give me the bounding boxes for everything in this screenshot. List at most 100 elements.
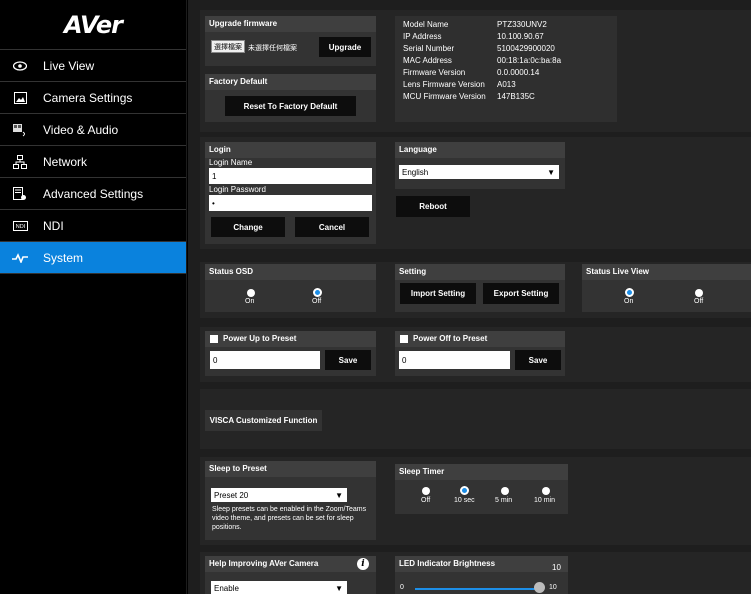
import-setting-button[interactable]: Import Setting — [400, 283, 476, 304]
panel-title: Status OSD — [205, 264, 376, 280]
osd-off-radio[interactable] — [313, 288, 322, 297]
chevron-down-icon: ▼ — [547, 167, 555, 177]
osd-on-radio[interactable] — [247, 289, 255, 297]
info-label: MAC Address — [403, 56, 452, 65]
main-content: Upgrade firmware 選擇檔案 未選擇任何檔案 Upgrade Fa… — [188, 0, 751, 594]
change-button[interactable]: Change — [211, 217, 285, 237]
sleep-timer-10min-radio[interactable] — [542, 487, 550, 495]
osd-on-label: On — [245, 298, 255, 305]
power-off-checkbox[interactable] — [400, 335, 408, 343]
panel-title: LED Indicator Brightness — [395, 556, 568, 572]
aver-logo: AVer — [0, 0, 186, 50]
live-view-off-radio[interactable] — [695, 289, 703, 297]
upgrade-panel: Upgrade firmware 選擇檔案 未選擇任何檔案 Upgrade — [205, 16, 376, 66]
pulse-icon — [12, 250, 28, 266]
sidebar: AVer Live View Camera Settings Video & A… — [0, 0, 187, 594]
sidebar-item-network[interactable]: Network — [0, 146, 186, 178]
language-panel: Language English ▼ — [395, 142, 565, 189]
status-osd-panel: Status OSD On Off — [205, 264, 376, 312]
sidebar-item-label: NDI — [43, 218, 64, 233]
info-label: Model Name — [403, 20, 449, 29]
panel-title: Power Up to Preset — [205, 331, 376, 347]
reset-factory-default-button[interactable]: Reset To Factory Default — [225, 96, 356, 116]
sidebar-item-live-view[interactable]: Live View — [0, 50, 186, 82]
led-slider-min-label: 0 — [400, 584, 404, 591]
network-icon — [12, 154, 28, 170]
panel-title: Sleep to Preset — [205, 461, 376, 477]
power-up-input[interactable]: 0 — [210, 351, 320, 369]
login-panel: Login Login Name 1 Login Password • Chan… — [205, 142, 376, 244]
power-up-checkbox[interactable] — [210, 335, 218, 343]
live-view-off-label: Off — [694, 298, 704, 305]
panel-title: Login — [205, 142, 376, 158]
login-name-input[interactable]: 1 — [209, 168, 372, 184]
info-value: 5100429900020 — [497, 44, 555, 53]
info-label: MCU Firmware Version — [403, 92, 486, 101]
advanced-settings-icon — [12, 186, 28, 202]
chevron-down-icon: ▼ — [335, 490, 343, 500]
panel-title: Sleep Timer — [395, 464, 568, 480]
login-name-label: Login Name — [209, 158, 253, 167]
panel-title: Factory Default — [205, 74, 376, 90]
info-value: 0.0.0000.14 — [497, 68, 540, 77]
power-off-save-button[interactable]: Save — [515, 350, 561, 370]
factory-default-panel: Factory Default Reset To Factory Default — [205, 74, 376, 122]
sidebar-item-camera-settings[interactable]: Camera Settings — [0, 82, 186, 114]
info-label: Serial Number — [403, 44, 455, 53]
sleep-timer-5min-radio[interactable] — [501, 487, 509, 495]
login-password-input[interactable]: • — [209, 195, 372, 211]
power-up-save-button[interactable]: Save — [325, 350, 371, 370]
info-label: Lens Firmware Version — [403, 80, 485, 89]
live-view-on-radio[interactable] — [625, 288, 634, 297]
sleep-timer-off-radio[interactable] — [422, 487, 430, 495]
panel-title: Help Improving AVer Camera — [205, 556, 376, 572]
sleep-preset-select[interactable]: Preset 20 ▼ — [211, 488, 347, 502]
info-value: PTZ330UNV2 — [497, 20, 547, 29]
info-icon[interactable]: i — [357, 558, 369, 570]
sleep-timer-option-label: 10 min — [534, 497, 556, 504]
panel-title: Power Off to Preset — [395, 331, 565, 347]
help-improving-selected: Enable — [214, 583, 239, 593]
sidebar-item-video-audio[interactable]: Video & Audio — [0, 114, 186, 146]
sleep-timer-option-label: 10 sec — [454, 497, 475, 504]
no-file-label: 未選擇任何檔案 — [248, 45, 297, 52]
eye-icon — [12, 58, 28, 74]
power-off-panel: Power Off to Preset 0 Save — [395, 331, 565, 376]
sleep-timer-option-label: Off — [421, 497, 431, 504]
info-value: 00:18:1a:0c:ba:8a — [497, 56, 562, 65]
sidebar-item-system[interactable]: System — [0, 242, 186, 274]
sidebar-item-label: Advanced Settings — [43, 186, 144, 201]
help-improving-select[interactable]: Enable ▼ — [211, 581, 347, 594]
sleep-timer-option-label: 5 min — [495, 497, 513, 504]
power-off-input[interactable]: 0 — [399, 351, 510, 369]
reboot-button[interactable]: Reboot — [396, 196, 470, 217]
info-value: 10.100.90.67 — [497, 32, 544, 41]
svg-text:NDI: NDI — [15, 224, 25, 230]
sidebar-item-label: System — [43, 250, 84, 265]
info-label: IP Address — [403, 32, 442, 41]
led-slider-handle[interactable] — [534, 582, 545, 593]
sidebar-item-label: Camera Settings — [43, 90, 133, 105]
panel-title: Upgrade firmware — [205, 16, 376, 32]
info-label: Firmware Version — [403, 68, 466, 77]
export-setting-button[interactable]: Export Setting — [483, 283, 559, 304]
sidebar-item-ndi[interactable]: NDI NDI — [0, 210, 186, 242]
power-up-panel: Power Up to Preset 0 Save — [205, 331, 376, 376]
language-select[interactable]: English ▼ — [399, 165, 559, 179]
video-audio-icon — [12, 122, 28, 138]
live-view-on-label: On — [624, 298, 634, 305]
sleep-preset-selected: Preset 20 — [214, 490, 249, 500]
help-improving-panel: Help Improving AVer Camera i Enable ▼ — [205, 556, 376, 594]
choose-file-button[interactable]: 選擇檔案 — [211, 40, 245, 53]
sidebar-item-advanced-settings[interactable]: Advanced Settings — [0, 178, 186, 210]
sidebar-item-label: Live View — [43, 58, 95, 73]
sleep-timer-10sec-radio[interactable] — [460, 486, 469, 495]
led-brightness-panel: LED Indicator Brightness 10 0 10 — [395, 556, 568, 594]
sleep-preset-note: Sleep presets can be enabled in the Zoom… — [212, 506, 367, 531]
visca-customized-function-button[interactable]: VISCA Customized Function — [205, 410, 322, 431]
upgrade-button[interactable]: Upgrade — [319, 37, 371, 57]
led-slider-track[interactable] — [415, 588, 537, 590]
sleep-timer-panel: Sleep Timer Off 10 sec 5 min 10 min — [395, 464, 568, 514]
led-brightness-value: 10 — [552, 563, 561, 572]
cancel-button[interactable]: Cancel — [295, 217, 369, 237]
